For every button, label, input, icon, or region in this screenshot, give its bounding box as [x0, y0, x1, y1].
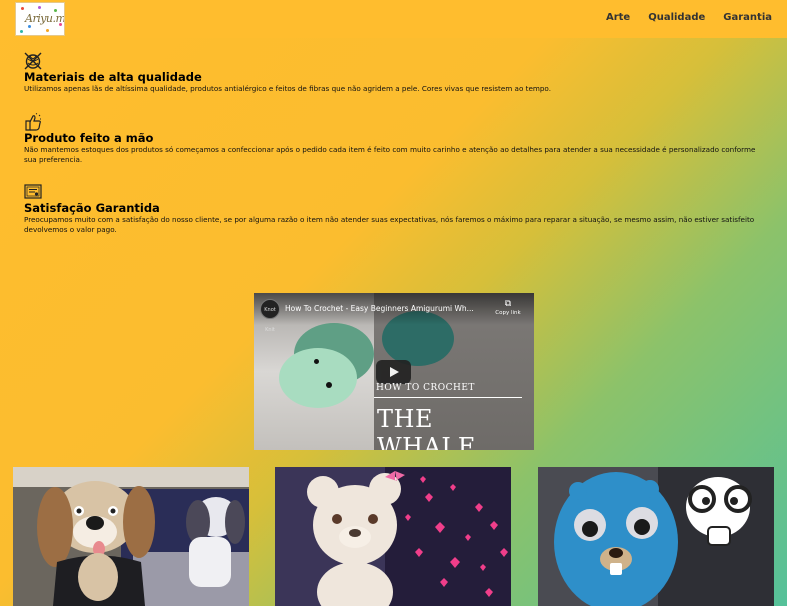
certificate-icon — [24, 184, 42, 199]
feature-materials: Materiais de alta qualidade Utilizamos a… — [24, 52, 764, 94]
logo-text: Ariyu.me — [25, 12, 65, 25]
copy-link-button[interactable]: ⧉ Copy link — [494, 299, 522, 316]
video-overlay-subtitle: HOW TO CROCHET — [376, 383, 475, 393]
main-nav: Arte Qualidade Garantia — [588, 12, 772, 23]
nav-link-arte[interactable]: Arte — [606, 12, 630, 23]
beagle-amigurumi-photo — [13, 467, 249, 606]
nav-link-garantia[interactable]: Garantia — [723, 12, 772, 23]
youtube-video-embed[interactable]: Knot Knit How To Crochet - Easy Beginner… — [254, 293, 534, 450]
gallery-image-bear[interactable] — [275, 467, 511, 606]
site-logo[interactable]: Ariyu.me — [15, 2, 65, 36]
feature-handmade: Produto feito a mão Não mantemos estoque… — [24, 113, 764, 164]
video-title[interactable]: How To Crochet - Easy Beginners Amigurum… — [285, 304, 474, 313]
play-button[interactable] — [376, 360, 411, 384]
video-overlay-title: THE WHALE — [377, 405, 476, 450]
copy-icon: ⧉ — [504, 299, 512, 309]
feature-text: Não mantemos estoques dos produtos só co… — [24, 145, 756, 164]
crochet-whale-mint — [279, 348, 357, 408]
thumbs-up-icon — [25, 113, 41, 131]
feature-text: Utilizamos apenas lãs de altíssima quali… — [24, 84, 551, 93]
feature-title: Produto feito a mão — [24, 131, 154, 145]
nav-link-qualidade[interactable]: Qualidade — [648, 12, 705, 23]
yarn-needles-icon — [24, 52, 42, 70]
top-navbar: Ariyu.me Arte Qualidade Garantia — [0, 0, 787, 38]
gallery-image-dog[interactable] — [13, 467, 249, 606]
feature-guarantee: Satisfação Garantida Preocupamos muito c… — [24, 183, 764, 234]
teddy-bear-amigurumi-photo — [275, 467, 511, 606]
gallery-image-gopher[interactable] — [538, 467, 774, 606]
channel-avatar[interactable]: Knot Knit — [260, 299, 280, 333]
feature-title: Satisfação Garantida — [24, 201, 160, 215]
gopher-amigurumi-photo — [538, 467, 774, 606]
feature-title: Materiais de alta qualidade — [24, 70, 202, 84]
feature-text: Preocupamos muito com a satisfação do no… — [24, 215, 755, 234]
